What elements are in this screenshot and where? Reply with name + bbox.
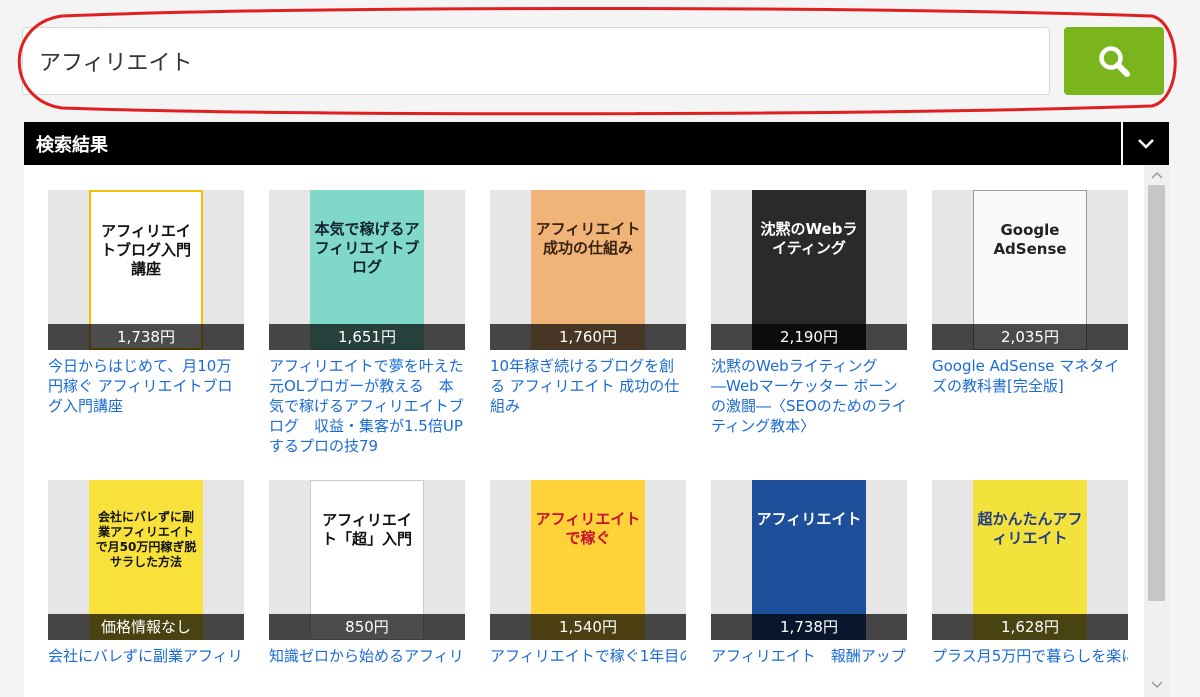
price-label: 1,738円	[711, 614, 907, 640]
cover-box: アフィリエイトで稼ぐ 1,540円	[490, 480, 686, 640]
scroll-down-button[interactable]	[1144, 675, 1169, 695]
product-card[interactable]: アフィリエイト「超」入門 850円 知識ゼロから始めるアフィリエイト「超」入門	[269, 480, 465, 666]
product-card[interactable]: 本気で稼げるアフィリエイトブログ 1,651円 アフィリエイトで夢を叶えた元OL…	[269, 190, 465, 456]
product-title-link[interactable]: アフィリエイトで夢を叶えた元OLブロガーが教える 本気で稼げるアフィリエイトブロ…	[269, 356, 465, 456]
price-label: 1,651円	[269, 324, 465, 350]
price-label: 2,035円	[932, 324, 1128, 350]
product-title-link[interactable]: 会社にバレずに副業アフィリエイトで月50万円稼ぎ脱サラした方法	[48, 646, 244, 666]
product-card[interactable]: アフィリエイト成功の仕組み 1,760円 10年稼ぎ続けるブログを創る アフィリ…	[490, 190, 686, 416]
price-label: 2,190円	[711, 324, 907, 350]
cover-box: アフィリエイト成功の仕組み 1,760円	[490, 190, 686, 350]
cover-box: 超かんたんアフィリエイト 1,628円	[932, 480, 1128, 640]
cover-box: 会社にバレずに副業アフィリエイトで月50万円稼ぎ脱サラした方法 価格情報なし	[48, 480, 244, 640]
product-card[interactable]: 超かんたんアフィリエイト 1,628円 プラス月5万円で暮らしを楽にする超かんた…	[932, 480, 1128, 666]
product-card[interactable]: アフィリエイトで稼ぐ 1,540円 アフィリエイトで稼ぐ1年目の教科書	[490, 480, 686, 666]
cover-title: アフィリエイトで稼ぐ	[535, 510, 641, 547]
cover-title: 沈黙のWebライティング	[760, 220, 858, 257]
product-title-link[interactable]: 今日からはじめて、月10万円稼ぐ アフィリエイトブログ入門講座	[48, 356, 244, 416]
cover-title: アフィリエイト「超」入門	[321, 511, 412, 548]
cover-title: 会社にバレずに副業アフィリエイトで月50万円稼ぎ脱サラした方法	[95, 510, 197, 569]
results-panel: 検索結果 アフィリエイトブログ入門講座 1,738円 今日からはじめて、月10万…	[24, 122, 1169, 697]
product-title-link[interactable]: アフィリエイトで稼ぐ1年目の教科書	[490, 646, 686, 666]
price-label: 850円	[269, 614, 465, 640]
chevron-up-icon	[1150, 171, 1163, 179]
collapse-toggle-button[interactable]	[1123, 122, 1169, 165]
product-title-link[interactable]: アフィリエイト 報酬アップの絶対法則61	[711, 646, 907, 666]
product-card[interactable]: アフィリエイト 1,738円 アフィリエイト 報酬アップの絶対法則61	[711, 480, 907, 666]
cover-title: Google AdSense	[993, 221, 1067, 258]
product-title-link[interactable]: Google AdSense マネタイズの教科書[完全版]	[932, 356, 1128, 396]
cover-box: アフィリエイトブログ入門講座 1,738円	[48, 190, 244, 350]
cover-box: Google AdSense 2,035円	[932, 190, 1128, 350]
scroll-thumb[interactable]	[1148, 185, 1165, 601]
product-title-link[interactable]: 沈黙のWebライティング ―Webマーケッター ボーンの激闘―〈SEOのためのラ…	[711, 356, 907, 436]
cover-title: 本気で稼げるアフィリエイトブログ	[314, 220, 420, 276]
cover-box: 本気で稼げるアフィリエイトブログ 1,651円	[269, 190, 465, 350]
product-title-link[interactable]: 10年稼ぎ続けるブログを創る アフィリエイト 成功の仕組み	[490, 356, 686, 416]
results-header: 検索結果	[24, 122, 1121, 165]
cover-box: アフィリエイト 1,738円	[711, 480, 907, 640]
product-card[interactable]: Google AdSense 2,035円 Google AdSense マネタ…	[932, 190, 1128, 396]
cover-title: 超かんたんアフィリエイト	[977, 510, 1083, 547]
chevron-down-small-icon	[1150, 681, 1163, 689]
price-label: 1,738円	[48, 324, 244, 350]
product-card[interactable]: アフィリエイトブログ入門講座 1,738円 今日からはじめて、月10万円稼ぐ ア…	[48, 190, 244, 416]
cover-box: アフィリエイト「超」入門 850円	[269, 480, 465, 640]
results-title: 検索結果	[36, 134, 108, 156]
product-title-link[interactable]: 知識ゼロから始めるアフィリエイト「超」入門	[269, 646, 465, 666]
scroll-up-button[interactable]	[1144, 165, 1169, 185]
cover-title: アフィリエイトブログ入門講座	[100, 222, 191, 278]
search-button[interactable]	[1064, 27, 1164, 95]
cover-title: アフィリエイト成功の仕組み	[535, 220, 641, 257]
price-label: 1,540円	[490, 614, 686, 640]
product-card[interactable]: 会社にバレずに副業アフィリエイトで月50万円稼ぎ脱サラした方法 価格情報なし 会…	[48, 480, 244, 666]
product-title-link[interactable]: プラス月5万円で暮らしを楽にする超かんたんアフィリエイト	[932, 646, 1128, 666]
product-card[interactable]: 沈黙のWebライティング 2,190円 沈黙のWebライティング ―Webマーケ…	[711, 190, 907, 436]
chevron-down-icon	[1138, 138, 1154, 149]
price-label: 1,628円	[932, 614, 1128, 640]
search-icon	[1099, 46, 1130, 77]
search-input[interactable]	[22, 27, 1050, 95]
cover-box: 沈黙のWebライティング 2,190円	[711, 190, 907, 350]
price-label: 価格情報なし	[48, 614, 244, 640]
price-label: 1,760円	[490, 324, 686, 350]
results-scrollbar[interactable]	[1144, 165, 1169, 697]
cover-title: アフィリエイト	[756, 510, 862, 528]
